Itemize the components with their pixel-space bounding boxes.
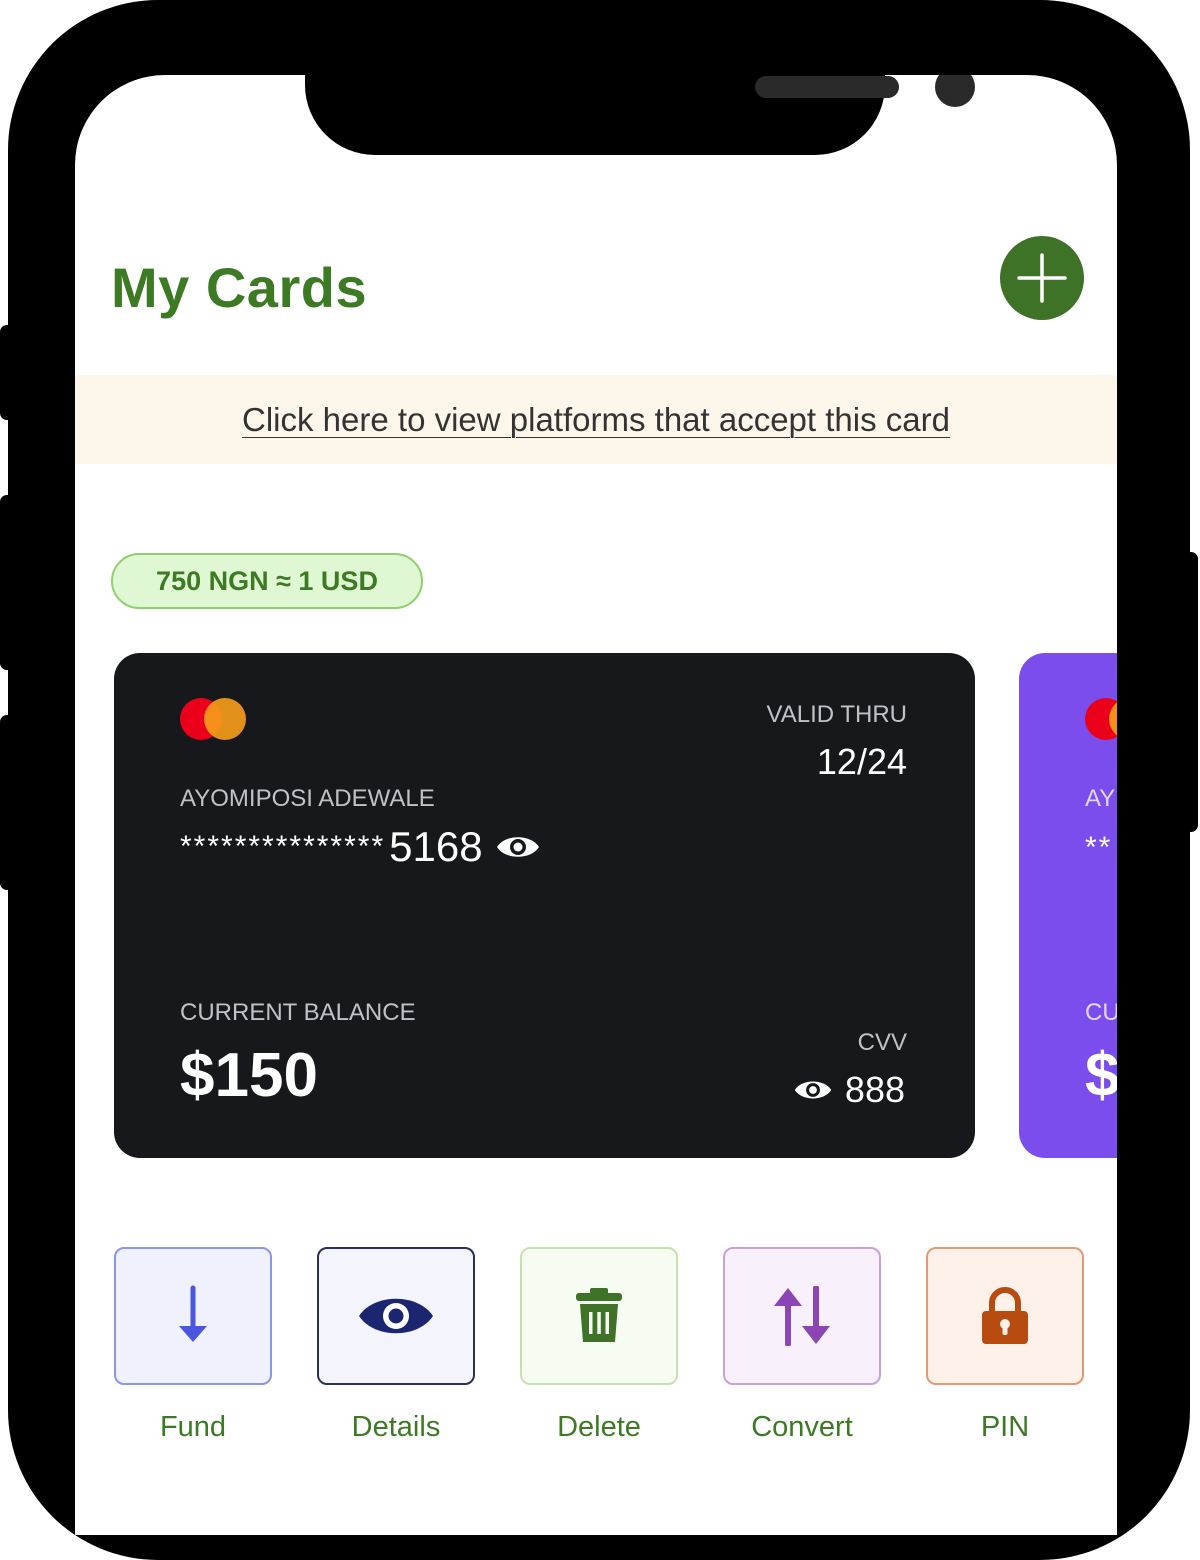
fund-action: Fund xyxy=(114,1247,272,1444)
convert-label[interactable]: Convert xyxy=(723,1411,881,1444)
virtual-card[interactable]: VALID THRU 12/24 AYOMIPOSI ADEWALE *****… xyxy=(114,653,975,1158)
info-banner: Click here to view platforms that accept… xyxy=(75,375,1117,464)
card-holder-name: AY xyxy=(1085,785,1116,812)
phone-side-button xyxy=(0,325,14,420)
page-title: My Cards xyxy=(111,256,368,319)
delete-label[interactable]: Delete xyxy=(520,1411,678,1444)
card-number-mask: *************** xyxy=(180,830,386,863)
phone-volume-down-button xyxy=(0,715,14,890)
pin-button[interactable] xyxy=(926,1247,1084,1385)
eye-icon xyxy=(794,1081,832,1099)
details-action: Details xyxy=(317,1247,475,1444)
fund-label[interactable]: Fund xyxy=(114,1411,272,1444)
reveal-card-number-button[interactable] xyxy=(495,832,541,862)
delete-action: Delete xyxy=(520,1247,678,1444)
details-button[interactable] xyxy=(317,1247,475,1385)
plus-icon xyxy=(1017,253,1067,303)
cvv-row: 888 xyxy=(781,1069,905,1111)
mastercard-logo xyxy=(1085,698,1117,740)
convert-action: Convert xyxy=(723,1247,881,1444)
phone-volume-up-button xyxy=(0,495,14,670)
add-card-button[interactable] xyxy=(1000,236,1084,320)
front-camera xyxy=(935,75,975,107)
cvv-value: 888 xyxy=(844,1069,905,1110)
card-holder-name: AYOMIPOSI ADEWALE xyxy=(180,785,435,812)
virtual-card-secondary[interactable]: AY ** CU $ xyxy=(1019,653,1117,1158)
convert-button[interactable] xyxy=(723,1247,881,1385)
pin-label[interactable]: PIN xyxy=(926,1411,1084,1444)
valid-thru-value: 12/24 xyxy=(816,741,907,782)
swap-vertical-icon xyxy=(774,1286,830,1346)
card-number: *************** 5168 xyxy=(180,823,541,871)
valid-thru-label: VALID THRU xyxy=(766,701,907,728)
balance-value: $150 xyxy=(180,1041,318,1110)
cvv-label: CVV xyxy=(857,1029,907,1056)
arrow-down-icon xyxy=(179,1285,207,1342)
reveal-cvv-button[interactable] xyxy=(793,1077,833,1103)
eye-icon xyxy=(496,837,539,857)
pin-action: PIN xyxy=(926,1247,1084,1444)
speaker-grille xyxy=(755,76,899,98)
mastercard-logo xyxy=(180,698,246,740)
app-screen: My Cards Click here to view platforms th… xyxy=(75,75,1117,1535)
lock-icon xyxy=(982,1287,1028,1344)
balance-label: CU xyxy=(1085,999,1117,1026)
delete-button[interactable] xyxy=(520,1247,678,1385)
balance-value: $ xyxy=(1085,1041,1117,1110)
phone-power-button xyxy=(1184,552,1198,832)
card-number-mask: ** xyxy=(1085,831,1113,864)
exchange-rate-badge: 750 NGN ≈ 1 USD xyxy=(111,553,423,609)
trash-icon xyxy=(576,1288,622,1342)
balance-label: CURRENT BALANCE xyxy=(180,999,416,1026)
eye-icon xyxy=(359,1298,433,1334)
accepted-platforms-link[interactable]: Click here to view platforms that accept… xyxy=(242,401,950,439)
card-number-last4: 5168 xyxy=(389,823,483,870)
phone-notch xyxy=(305,75,975,155)
details-label[interactable]: Details xyxy=(317,1411,475,1444)
fund-button[interactable] xyxy=(114,1247,272,1385)
